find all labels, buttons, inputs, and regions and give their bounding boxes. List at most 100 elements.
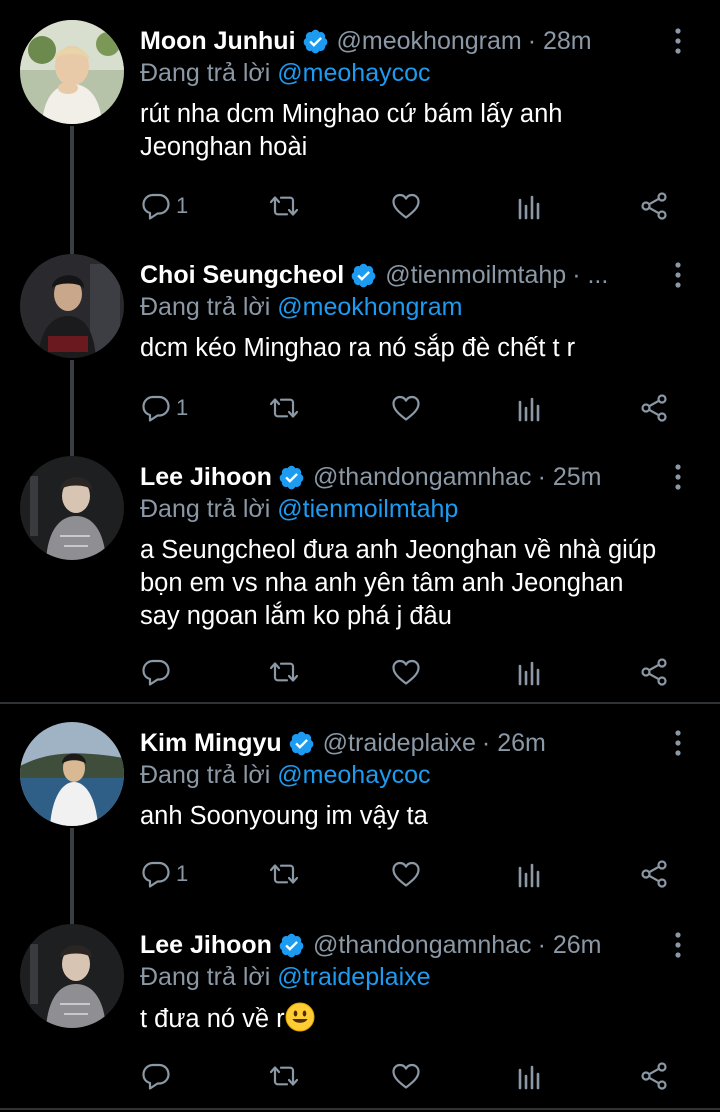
verified-badge-icon: [288, 730, 315, 757]
display-name[interactable]: Lee Jihoon: [140, 931, 272, 960]
share-button[interactable]: [638, 652, 670, 692]
tweet[interactable]: Lee Jihoon @thandongamnhac · 25m Đang tr…: [0, 436, 720, 702]
share-icon: [638, 656, 670, 688]
share-icon: [638, 1060, 670, 1092]
analytics-button[interactable]: [514, 652, 546, 692]
more-vertical-icon[interactable]: [666, 26, 690, 56]
reply-icon: [140, 392, 172, 424]
tweet[interactable]: Kim Mingyu @traideplaixe · 26m Đang trả …: [0, 702, 720, 910]
analytics-button[interactable]: [514, 854, 546, 894]
retweet-button[interactable]: [268, 1056, 300, 1096]
reply-count: 1: [176, 395, 189, 420]
user-handle[interactable]: @traideplaixe: [323, 729, 476, 758]
share-button[interactable]: [638, 854, 670, 894]
like-icon: [390, 858, 422, 890]
reply-mention-link[interactable]: @meohaycoc: [277, 761, 430, 789]
like-icon: [390, 656, 422, 688]
timestamp[interactable]: · 26m: [538, 931, 602, 960]
analytics-button[interactable]: [514, 388, 546, 428]
user-handle[interactable]: @thandongamnhac: [313, 463, 532, 492]
user-handle[interactable]: @thandongamnhac: [313, 931, 532, 960]
verified-badge-icon: [302, 28, 329, 55]
timestamp[interactable]: · 28m: [528, 27, 592, 56]
retweet-button[interactable]: [268, 854, 300, 894]
more-vertical-icon[interactable]: [666, 728, 690, 758]
avatar[interactable]: [20, 254, 124, 358]
analytics-icon: [514, 392, 546, 424]
analytics-button[interactable]: [514, 186, 546, 226]
reply-button[interactable]: [140, 652, 176, 692]
more-vertical-icon[interactable]: [666, 930, 690, 960]
tweet-header: Lee Jihoon @thandongamnhac · 26m: [140, 928, 601, 962]
tweet[interactable]: Moon Junhui @meokhongram · 28m Đang trả …: [0, 0, 720, 240]
reply-count: 1: [176, 193, 189, 218]
analytics-button[interactable]: [514, 1056, 546, 1096]
like-button[interactable]: [390, 1056, 422, 1096]
retweet-icon: [268, 1060, 300, 1092]
analytics-icon: [514, 1060, 546, 1092]
timestamp[interactable]: · ...: [572, 261, 608, 290]
tweet-actions: 1: [140, 854, 680, 894]
reply-mention-link[interactable]: @tienmoilmtahp: [277, 495, 458, 523]
share-button[interactable]: [638, 1056, 670, 1096]
timestamp[interactable]: · 25m: [538, 463, 602, 492]
reply-mention-link[interactable]: @meohaycoc: [277, 59, 430, 87]
reply-mention-link[interactable]: @meokhongram: [277, 293, 462, 321]
reply-mention-link[interactable]: @traideplaixe: [277, 963, 430, 991]
user-handle[interactable]: @meokhongram: [337, 27, 522, 56]
reply-button[interactable]: 1: [140, 854, 188, 894]
display-name[interactable]: Kim Mingyu: [140, 729, 282, 758]
tweet-actions: 1: [140, 186, 680, 226]
smiling-face-emoji: [285, 1002, 315, 1032]
analytics-icon: [514, 656, 546, 688]
tweet-header: Choi Seungcheol @tienmoilmtahp · ...: [140, 258, 608, 292]
replying-to-label: Đang trả lời: [140, 761, 271, 789]
retweet-icon: [268, 392, 300, 424]
tweet-header: Kim Mingyu @traideplaixe · 26m: [140, 726, 546, 760]
share-button[interactable]: [638, 388, 670, 428]
like-button[interactable]: [390, 186, 422, 226]
replying-to-label: Đang trả lời: [140, 495, 271, 523]
like-button[interactable]: [390, 652, 422, 692]
retweet-button[interactable]: [268, 186, 300, 226]
avatar[interactable]: [20, 20, 124, 124]
tweet-text: anh Soonyoung im vậy ta: [140, 802, 428, 830]
tweet[interactable]: Lee Jihoon @thandongamnhac · 26m Đang tr…: [0, 904, 720, 1108]
replying-to-label: Đang trả lời: [140, 59, 271, 87]
tweet-header: Lee Jihoon @thandongamnhac · 25m: [140, 460, 601, 494]
tweet-actions: 1: [140, 388, 680, 428]
user-handle[interactable]: @tienmoilmtahp: [385, 261, 566, 290]
avatar[interactable]: [20, 456, 124, 560]
verified-badge-icon: [278, 464, 305, 491]
display-name[interactable]: Choi Seungcheol: [140, 261, 344, 290]
reply-button[interactable]: 1: [140, 388, 188, 428]
verified-badge-icon: [278, 932, 305, 959]
more-vertical-icon[interactable]: [666, 260, 690, 290]
timestamp[interactable]: · 26m: [482, 729, 546, 758]
avatar[interactable]: [20, 722, 124, 826]
tweet-text: t đưa nó về r: [140, 1005, 285, 1033]
reply-button[interactable]: [140, 1056, 176, 1096]
retweet-icon: [268, 656, 300, 688]
share-icon: [638, 858, 670, 890]
verified-badge-icon: [350, 262, 377, 289]
tweet-text-container: t đưa nó về r: [140, 1002, 680, 1036]
avatar[interactable]: [20, 924, 124, 1028]
replying-to-label: Đang trả lời: [140, 293, 271, 321]
like-button[interactable]: [390, 854, 422, 894]
display-name[interactable]: Lee Jihoon: [140, 463, 272, 492]
display-name[interactable]: Moon Junhui: [140, 27, 296, 56]
retweet-button[interactable]: [268, 652, 300, 692]
replying-to: Đang trả lời @meohaycoc: [140, 59, 431, 88]
retweet-button[interactable]: [268, 388, 300, 428]
share-button[interactable]: [638, 186, 670, 226]
tweet[interactable]: Choi Seungcheol @tienmoilmtahp · ... Đan…: [0, 234, 720, 444]
more-vertical-icon[interactable]: [666, 462, 690, 492]
tweet-text: dcm kéo Minghao ra nó sắp đè chết t r: [140, 334, 576, 362]
analytics-icon: [514, 190, 546, 222]
reply-button[interactable]: 1: [140, 186, 188, 226]
like-button[interactable]: [390, 388, 422, 428]
retweet-icon: [268, 858, 300, 890]
share-icon: [638, 190, 670, 222]
tweet-actions: [140, 1056, 680, 1096]
